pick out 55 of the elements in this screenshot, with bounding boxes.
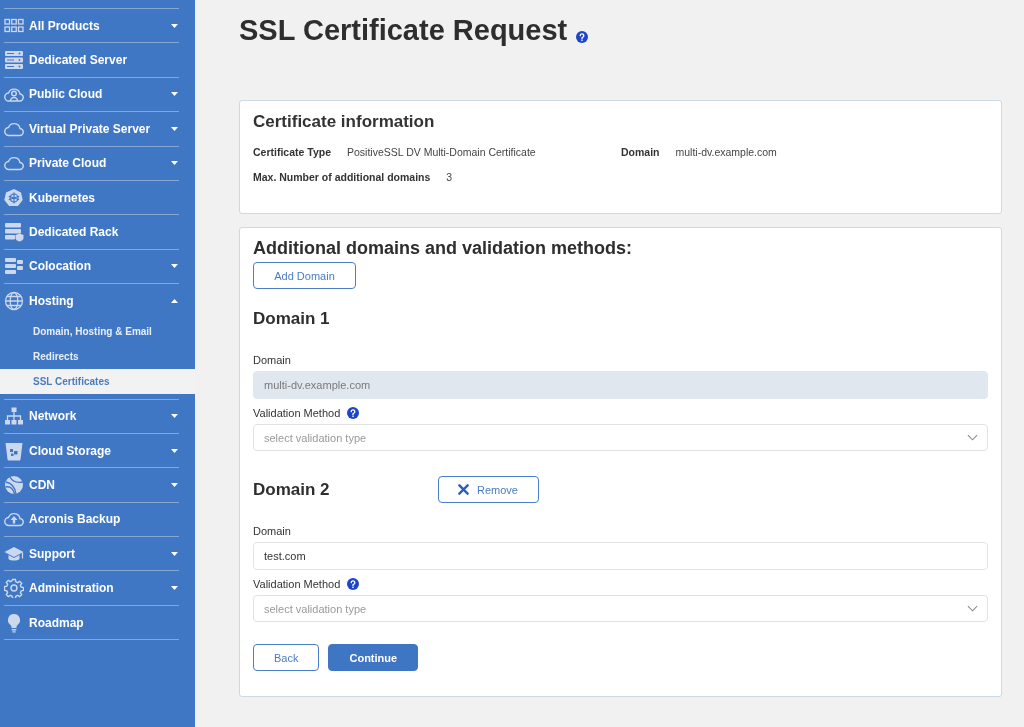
field-label: Domain bbox=[253, 524, 292, 539]
sidebar-item[interactable]: Cloud Storage bbox=[4, 433, 179, 468]
sidebar-item[interactable]: Acronis Backup bbox=[4, 502, 179, 537]
domain-input[interactable]: test.com bbox=[253, 542, 988, 570]
sidebar-subitem[interactable]: SSL Certificates bbox=[0, 368, 195, 394]
sphere-icon bbox=[4, 475, 24, 495]
field-label: Validation Method bbox=[253, 577, 341, 592]
sidebar-item[interactable]: CDN bbox=[4, 468, 179, 502]
server-icon bbox=[4, 50, 24, 71]
domain-heading: Domain 2 bbox=[253, 479, 331, 500]
sidebar-item[interactable]: All Products bbox=[4, 9, 179, 43]
domain-heading: Domain 1 bbox=[253, 308, 331, 329]
sidebar-subitem[interactable]: Redirects bbox=[0, 343, 195, 369]
validation-select[interactable]: select validation type bbox=[253, 595, 988, 622]
bucket-icon bbox=[4, 440, 24, 461]
sidebar-item[interactable]: Roadmap bbox=[4, 605, 179, 640]
help-icon[interactable] bbox=[347, 578, 360, 590]
sidebar-item[interactable]: Hosting bbox=[4, 284, 179, 318]
card-heading: Certificate information bbox=[253, 111, 436, 133]
field-label: Domain bbox=[621, 145, 660, 158]
field-value: PositiveSSL DV Multi-Domain Certificate bbox=[347, 145, 536, 158]
sidebar-item[interactable]: Public Cloud bbox=[4, 77, 179, 112]
sidebar-item[interactable]: Kubernetes bbox=[4, 180, 179, 215]
help-icon[interactable] bbox=[576, 31, 589, 43]
field-label: Validation Method bbox=[253, 406, 341, 421]
field-value: multi-dv.example.com bbox=[675, 145, 777, 158]
server-stack-icon bbox=[4, 256, 24, 277]
sidebar-item[interactable]: Virtual Private Server bbox=[4, 112, 179, 146]
continue-button[interactable]: Continue bbox=[328, 644, 419, 671]
sidebar-item[interactable]: Dedicated Rack bbox=[4, 215, 179, 249]
sidebar-item[interactable]: Private Cloud bbox=[4, 146, 179, 180]
sidebar-item[interactable]: Dedicated Server bbox=[4, 43, 179, 77]
sidebar-subitem[interactable]: Domain, Hosting & Email bbox=[0, 318, 195, 344]
field-label: Domain bbox=[253, 353, 292, 368]
field-label: Max. Number of additional domains bbox=[253, 170, 431, 183]
chevron-down-icon bbox=[967, 434, 978, 441]
server-rack-icon bbox=[4, 222, 24, 243]
remove-button[interactable]: Remove bbox=[438, 476, 539, 503]
wheel-icon bbox=[4, 187, 24, 208]
sidebar-item[interactable]: Network bbox=[4, 399, 179, 433]
sidebar-item[interactable]: Colocation bbox=[4, 249, 179, 284]
chevron-down-icon bbox=[967, 605, 978, 612]
help-icon[interactable] bbox=[347, 407, 360, 419]
page-title: SSL Certificate Request bbox=[239, 13, 568, 48]
field-label: Certificate Type bbox=[253, 145, 331, 158]
settings-icon bbox=[4, 578, 24, 599]
close-icon bbox=[458, 484, 469, 495]
section-heading: Additional domains and validation methods: bbox=[253, 237, 634, 260]
sidebar-item[interactable]: Support bbox=[4, 537, 179, 571]
network-icon bbox=[4, 406, 24, 427]
sidebar-item[interactable]: Administration bbox=[4, 571, 179, 605]
globe-icon bbox=[4, 290, 24, 311]
back-button[interactable]: Back bbox=[253, 644, 320, 671]
add-domain-button[interactable]: Add Domain bbox=[253, 262, 356, 289]
field-value: 3 bbox=[446, 170, 453, 183]
